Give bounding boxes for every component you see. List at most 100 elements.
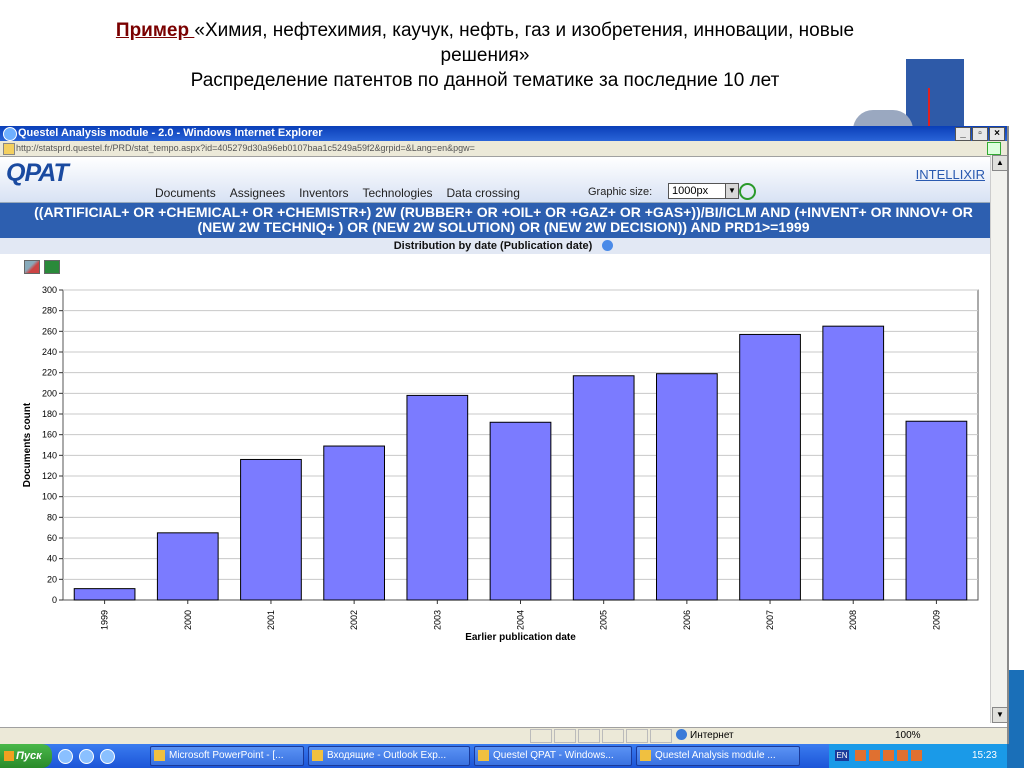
scroll-up-icon[interactable]: ▲ <box>992 155 1008 171</box>
taskbar: Пуск Microsoft PowerPoint - [... Входящи… <box>0 744 1007 768</box>
query-banner: ((ARTIFICIAL+ OR +CHEMICAL+ OR +CHEMISTR… <box>0 203 1007 238</box>
language-indicator[interactable]: EN <box>835 750 849 761</box>
bar <box>73 588 136 601</box>
zoom-value: 100% <box>895 730 921 741</box>
slide-title-line3: Распределение патентов по данной тематик… <box>190 70 780 91</box>
address-bar[interactable]: http://statsprd.questel.fr/PRD/stat_temp… <box>0 141 1007 157</box>
page-icon <box>3 143 15 155</box>
y-axis-label: Documents count <box>22 402 33 487</box>
bar <box>822 325 885 601</box>
task-qpat[interactable]: Questel QPAT - Windows... <box>474 746 632 766</box>
y-tick-label: 140 <box>42 450 57 460</box>
x-tick-label: 2009 <box>931 610 941 630</box>
x-tick-label: 1999 <box>100 610 110 630</box>
y-tick-label: 220 <box>42 368 57 378</box>
excel-export-icon[interactable] <box>44 260 60 274</box>
y-tick-label: 20 <box>47 574 57 584</box>
slide-title-line1: Пример «Химия, нефтехимия, каучук, нефть… <box>0 18 970 43</box>
y-tick-label: 200 <box>42 388 57 398</box>
nav-inventors[interactable]: Inventors <box>299 186 348 200</box>
tray-icons <box>855 750 922 761</box>
window-title: Questel Analysis module - 2.0 - Windows … <box>18 127 323 139</box>
desktop-icon[interactable] <box>58 749 73 764</box>
graphic-size-select[interactable]: 1000px ▼ <box>668 183 739 199</box>
app-header: QPAT INTELLIXIR Documents Assignees Inve… <box>0 157 1007 203</box>
slide-title-line2: решения» <box>440 45 530 66</box>
x-tick-label: 2004 <box>516 610 526 630</box>
x-tick-label: 2006 <box>682 610 692 630</box>
y-tick-label: 240 <box>42 347 57 357</box>
chart-subtitle: Distribution by date (Publication date) <box>393 240 593 252</box>
x-tick-label: 2007 <box>765 610 775 630</box>
chevron-down-icon[interactable]: ▼ <box>725 184 738 198</box>
go-icon[interactable] <box>987 142 1001 155</box>
refresh-icon[interactable] <box>739 183 756 200</box>
y-tick-label: 120 <box>42 471 57 481</box>
clock: 15:23 <box>971 750 997 761</box>
y-tick-label: 180 <box>42 409 57 419</box>
y-tick-label: 40 <box>47 554 57 564</box>
app-nav: Documents Assignees Inventors Technologi… <box>155 186 520 200</box>
y-tick-label: 80 <box>47 512 57 522</box>
x-tick-label: 2001 <box>266 610 276 630</box>
bar <box>323 445 385 601</box>
nav-data-crossing[interactable]: Data crossing <box>447 186 520 200</box>
y-tick-label: 160 <box>42 430 57 440</box>
bar <box>572 375 635 601</box>
x-tick-label: 2008 <box>848 610 858 630</box>
task-buttons: Microsoft PowerPoint - [... Входящие - O… <box>150 746 800 766</box>
y-tick-label: 60 <box>47 533 57 543</box>
export-tools <box>24 260 60 274</box>
zoom-control[interactable]: 100% <box>895 728 921 744</box>
bar <box>656 373 718 601</box>
x-tick-label: 2005 <box>599 610 609 630</box>
nav-technologies[interactable]: Technologies <box>362 186 432 200</box>
y-tick-label: 280 <box>42 306 57 316</box>
x-tick-label: 2003 <box>432 610 442 630</box>
system-tray: EN 15:23 <box>829 744 1007 768</box>
y-tick-label: 0 <box>52 595 57 605</box>
nav-assignees[interactable]: Assignees <box>230 186 285 200</box>
image-export-icon[interactable] <box>24 260 40 274</box>
slide-title-text: «Химия, нефтехимия, каучук, нефть, газ и… <box>194 20 855 41</box>
vertical-scrollbar[interactable]: ▲ ▼ <box>990 155 1008 723</box>
x-tick-label: 2002 <box>349 610 359 630</box>
intellixir-link[interactable]: INTELLIXIR <box>916 167 985 182</box>
status-bar: Интернет 100% <box>0 727 1007 744</box>
bar <box>905 420 968 601</box>
task-analysis[interactable]: Questel Analysis module ... <box>636 746 800 766</box>
browser-window: Questel Analysis module - 2.0 - Windows … <box>0 126 1009 744</box>
slide-decoration-line <box>928 88 930 128</box>
qpat-logo[interactable]: QPAT <box>6 159 69 188</box>
y-tick-label: 100 <box>42 492 57 502</box>
scroll-down-icon[interactable]: ▼ <box>992 707 1008 723</box>
security-zone: Интернет <box>676 728 734 744</box>
chart-subtitle-bar: Distribution by date (Publication date) <box>0 238 1007 254</box>
address-url[interactable]: http://statsprd.questel.fr/PRD/stat_temp… <box>16 143 475 153</box>
status-cells <box>530 729 672 743</box>
bar <box>739 333 801 601</box>
minimize-button[interactable]: _ <box>955 127 971 141</box>
ie-icon <box>3 127 17 141</box>
globe-icon <box>676 729 687 740</box>
bar <box>406 394 469 601</box>
window-controls: _ ▫ × <box>955 127 1005 141</box>
nav-documents[interactable]: Documents <box>155 186 216 200</box>
quick-launch <box>58 749 115 764</box>
bar <box>489 421 552 601</box>
close-button[interactable]: × <box>989 127 1005 141</box>
bar <box>240 458 302 601</box>
task-outlook[interactable]: Входящие - Outlook Exp... <box>308 746 470 766</box>
task-powerpoint[interactable]: Microsoft PowerPoint - [... <box>150 746 304 766</box>
x-axis-label: Earlier publication date <box>465 632 576 643</box>
maximize-button[interactable]: ▫ <box>972 127 988 141</box>
info-icon[interactable] <box>602 240 614 251</box>
zone-label: Интернет <box>690 730 734 741</box>
outlook-quick-icon[interactable] <box>100 749 115 764</box>
ie-quick-icon[interactable] <box>79 749 94 764</box>
window-titlebar[interactable]: Questel Analysis module - 2.0 - Windows … <box>0 126 1007 141</box>
bar <box>156 532 219 601</box>
y-tick-label: 300 <box>42 285 57 295</box>
x-tick-label: 2000 <box>183 610 193 630</box>
start-button[interactable]: Пуск <box>0 744 52 768</box>
